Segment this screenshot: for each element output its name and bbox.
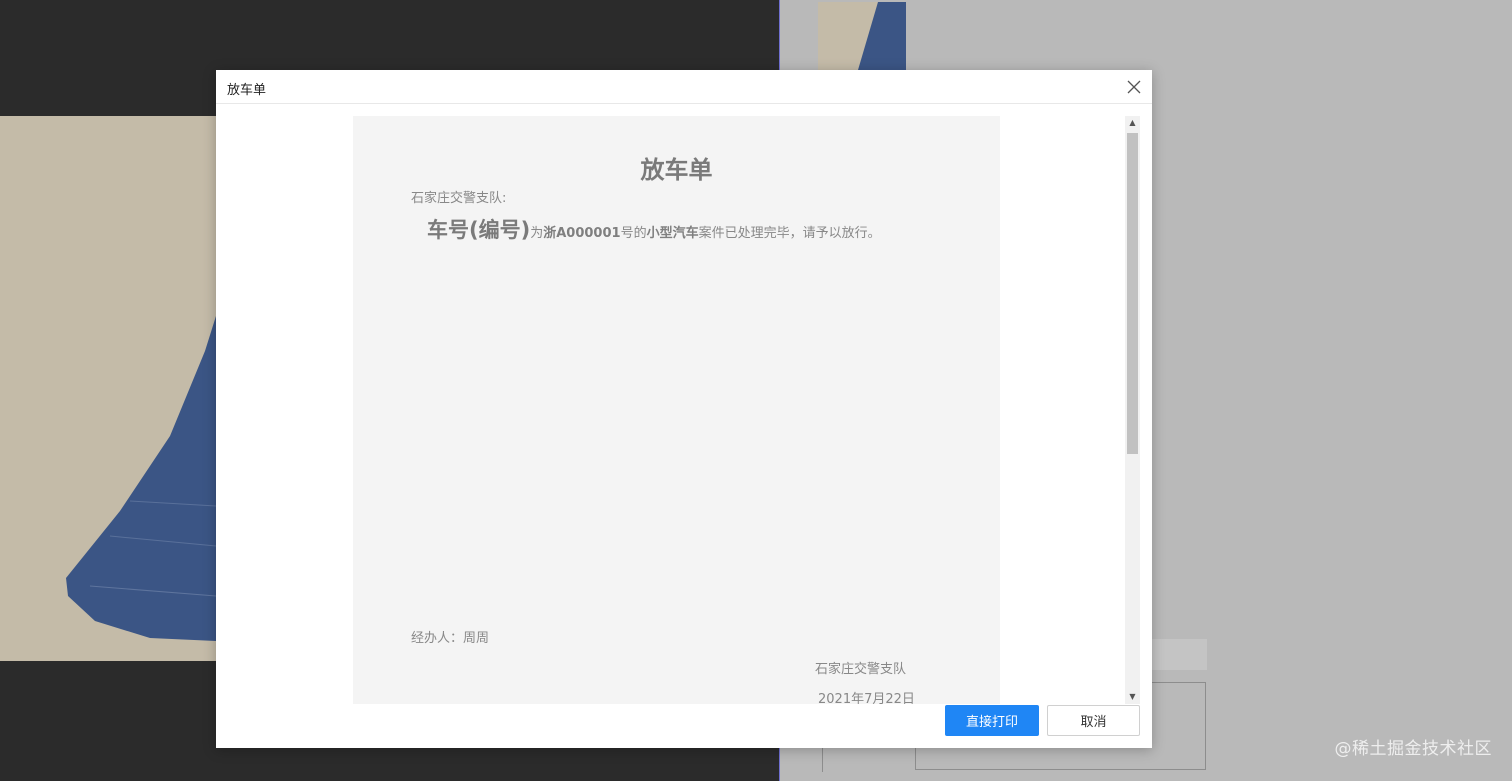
- vehicle-photo: [0, 116, 216, 661]
- scroll-down-arrow-icon[interactable]: ▼: [1125, 690, 1140, 704]
- modal-title: 放车单: [227, 83, 267, 98]
- vehicle-type: 小型汽车: [646, 226, 699, 241]
- document-addressee: 石家庄交警支队:: [411, 191, 507, 206]
- license-plate: 浙A000001: [543, 226, 621, 241]
- scroll-up-arrow-icon[interactable]: ▲: [1125, 116, 1140, 130]
- close-icon[interactable]: [1124, 77, 1144, 97]
- document-date: 2021年7月22日: [818, 692, 915, 704]
- vertical-scrollbar[interactable]: ▲ ▼: [1125, 116, 1140, 704]
- watermark: @稀土掘金技术社区: [1334, 739, 1492, 759]
- body-suffix: 案件已处理完毕，请予以放行。: [698, 226, 881, 241]
- modal-body: 放车单 石家庄交警支队: 车号(编号)为浙A000001号的小型汽车案件已处理完…: [216, 104, 1152, 704]
- body-prefix: 为: [530, 226, 544, 241]
- document-body: 车号(编号)为浙A000001号的小型汽车案件已处理完毕，请予以放行。: [427, 214, 881, 244]
- document-handler: 经办人：周周: [411, 631, 490, 646]
- modal-header: 放车单: [216, 70, 1152, 104]
- body-middle: 号的: [620, 226, 647, 241]
- direct-print-button[interactable]: 直接打印: [945, 705, 1039, 736]
- scrollbar-thumb[interactable]: [1127, 133, 1138, 454]
- document-title: 放车单: [640, 156, 713, 184]
- vehicle-number-label: 车号(编号): [427, 218, 531, 242]
- vehicle-photo-thumbnail[interactable]: [818, 2, 906, 70]
- modal-footer: 直接打印 取消: [216, 704, 1152, 748]
- document-issuer: 石家庄交警支队: [815, 662, 907, 677]
- background-field: [1150, 639, 1207, 670]
- release-slip-document: 放车单 石家庄交警支队: 车号(编号)为浙A000001号的小型汽车案件已处理完…: [353, 116, 1000, 704]
- release-slip-modal: 放车单 放车单 石家庄交警支队: 车号(编号)为浙A000001号的小型汽车案件…: [216, 70, 1152, 748]
- cancel-button[interactable]: 取消: [1047, 705, 1140, 736]
